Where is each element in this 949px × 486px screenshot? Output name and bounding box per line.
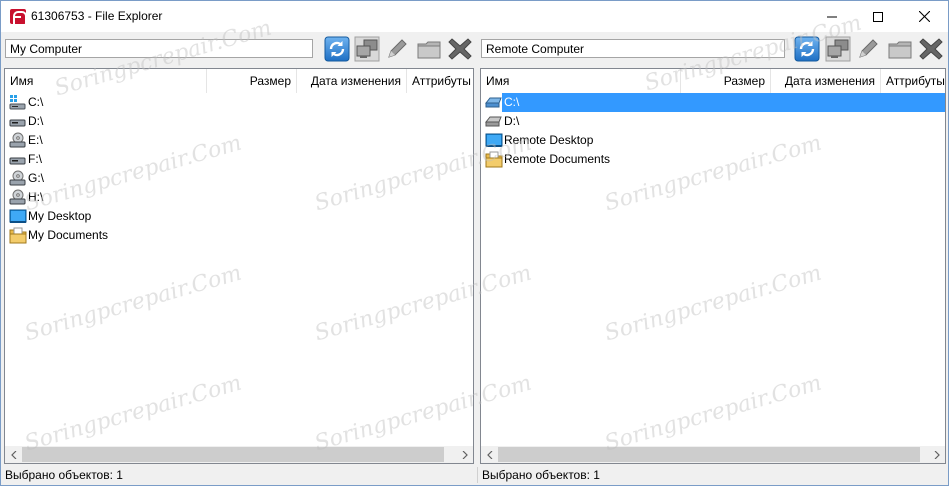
cd-drive-icon — [9, 170, 26, 186]
hard-drive-icon — [485, 116, 502, 127]
remote-delete-button[interactable] — [917, 35, 945, 63]
column-name-header[interactable]: Имя — [481, 69, 681, 93]
column-size-header[interactable]: Размер — [207, 69, 297, 93]
local-rename-button[interactable] — [383, 35, 411, 63]
hard-drive-icon — [9, 157, 26, 165]
list-item[interactable]: Remote Documents — [481, 150, 945, 169]
pencil-icon — [859, 39, 878, 58]
remote-status-text: Выбрано объектов: 1 — [482, 468, 600, 482]
network-drive-icon — [485, 97, 502, 108]
cd-drive-icon — [9, 132, 26, 148]
scroll-left-button[interactable] — [481, 446, 498, 463]
chevron-right-icon — [934, 450, 940, 459]
list-item-label: My Desktop — [28, 209, 92, 223]
minimize-button[interactable] — [809, 1, 855, 32]
remote-rename-button[interactable] — [854, 35, 882, 63]
list-item-label: Remote Documents — [504, 152, 611, 166]
refresh-icon — [794, 36, 820, 62]
column-name-header[interactable]: Имя — [5, 69, 207, 93]
folder-icon — [417, 41, 441, 59]
column-size-header[interactable]: Размер — [681, 69, 771, 93]
remote-pane: Имя Размер Дата изменения Аттрибуты C:\ … — [479, 32, 947, 464]
list-item[interactable]: F:\ — [5, 150, 473, 169]
local-transfer-button[interactable] — [353, 35, 381, 63]
local-new-folder-button[interactable] — [415, 35, 443, 63]
local-file-list[interactable]: Имя Размер Дата изменения Аттрибуты C:\ … — [4, 68, 474, 464]
column-date-header[interactable]: Дата изменения — [297, 69, 407, 93]
list-item[interactable]: My Documents — [5, 226, 473, 245]
local-list-header: Имя Размер Дата изменения Аттрибуты — [5, 69, 473, 93]
desktop-icon — [9, 209, 27, 223]
pencil-icon — [388, 39, 407, 58]
maximize-button[interactable] — [855, 1, 901, 32]
list-item-label: D:\ — [28, 114, 44, 128]
status-separator — [477, 467, 478, 483]
cd-drive-icon — [9, 189, 26, 205]
scrollbar-thumb[interactable] — [22, 447, 444, 462]
title-bar: 61306753 - File Explorer — [1, 1, 948, 32]
local-path-input[interactable] — [5, 39, 313, 58]
computer-transfer-icon — [354, 36, 380, 62]
local-pane: Имя Размер Дата изменения Аттрибуты C:\ … — [3, 32, 475, 464]
desktop-icon — [485, 133, 503, 147]
scroll-right-button[interactable] — [928, 446, 945, 463]
maximize-icon — [873, 11, 883, 22]
list-item-label: C:\ — [502, 93, 945, 112]
list-item[interactable]: My Desktop — [5, 207, 473, 226]
local-rows: C:\ D:\ E:\ F:\ G:\ H:\ My Desktop My Do… — [5, 93, 473, 245]
close-window-button[interactable] — [901, 1, 947, 32]
remote-list-header: Имя Размер Дата изменения Аттрибуты — [481, 69, 945, 93]
local-refresh-button[interactable] — [323, 35, 351, 63]
local-horizontal-scrollbar[interactable] — [5, 446, 473, 463]
list-item-label: G:\ — [28, 171, 45, 185]
local-delete-button[interactable] — [446, 35, 474, 63]
list-item-label: D:\ — [504, 114, 520, 128]
delete-x-icon — [919, 38, 943, 60]
remote-path-input[interactable] — [481, 39, 785, 58]
remote-rows: C:\ D:\ Remote Desktop Remote Documents — [481, 93, 945, 169]
computer-transfer-icon — [825, 36, 851, 62]
remote-transfer-button[interactable] — [824, 35, 852, 63]
list-item[interactable]: H:\ — [5, 188, 473, 207]
list-item[interactable]: C:\ — [481, 93, 945, 112]
list-item[interactable]: Remote Desktop — [481, 131, 945, 150]
minimize-icon — [827, 16, 837, 17]
list-item-label: H:\ — [28, 190, 44, 204]
app-logo-icon — [10, 9, 27, 24]
remote-new-folder-button[interactable] — [886, 35, 914, 63]
list-item-label: C:\ — [28, 95, 44, 109]
list-item[interactable]: G:\ — [5, 169, 473, 188]
list-item[interactable]: D:\ — [481, 112, 945, 131]
folder-icon — [888, 41, 912, 59]
documents-folder-icon — [485, 151, 503, 168]
list-item[interactable]: D:\ — [5, 112, 473, 131]
scroll-right-button[interactable] — [456, 446, 473, 463]
list-item[interactable]: C:\ — [5, 93, 473, 112]
windows-drive-icon — [9, 95, 26, 110]
refresh-icon — [324, 36, 350, 62]
scroll-left-button[interactable] — [5, 446, 22, 463]
remote-file-list[interactable]: Имя Размер Дата изменения Аттрибуты C:\ … — [480, 68, 946, 464]
list-item-label: Remote Desktop — [504, 133, 594, 147]
hard-drive-icon — [9, 119, 26, 127]
remote-refresh-button[interactable] — [793, 35, 821, 63]
delete-x-icon — [448, 38, 472, 60]
close-icon — [918, 11, 930, 22]
file-explorer-window: 61306753 - File Explorer My Computer Имя… — [0, 0, 949, 486]
chevron-left-icon — [10, 450, 16, 459]
list-item-label: My Documents — [28, 228, 109, 242]
column-attributes-header[interactable]: Аттрибуты — [407, 69, 475, 93]
window-title: 61306753 - File Explorer — [31, 9, 163, 23]
chevron-right-icon — [462, 450, 468, 459]
column-date-header[interactable]: Дата изменения — [771, 69, 881, 93]
local-status-text: Выбрано объектов: 1 — [5, 468, 123, 482]
remote-horizontal-scrollbar[interactable] — [481, 446, 945, 463]
list-item-label: E:\ — [28, 133, 43, 147]
documents-folder-icon — [9, 227, 27, 244]
list-item-label: F:\ — [28, 152, 42, 166]
column-attributes-header[interactable]: Аттрибуты — [881, 69, 945, 93]
list-item[interactable]: E:\ — [5, 131, 473, 150]
scrollbar-thumb[interactable] — [498, 447, 920, 462]
chevron-left-icon — [486, 450, 492, 459]
